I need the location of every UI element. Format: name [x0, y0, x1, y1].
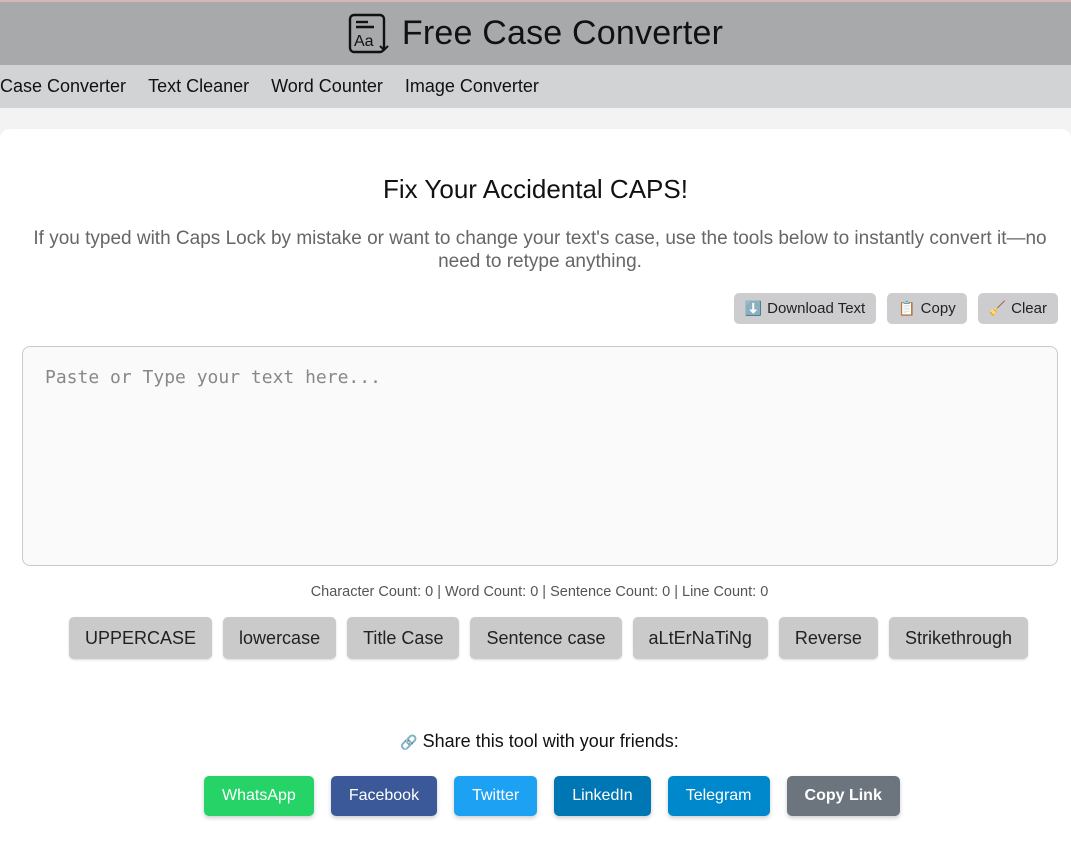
text-case-icon: Aa: [348, 13, 390, 55]
download-text-button[interactable]: ⬇️ Download Text: [733, 293, 877, 324]
share-twitter-button[interactable]: Twitter: [454, 776, 538, 816]
clear-label: Clear: [1011, 300, 1047, 317]
editor-toolbar: ⬇️ Download Text 📋 Copy 🧹 Clear: [733, 293, 1058, 324]
link-icon: 🔗: [400, 735, 418, 751]
svg-text:Aa: Aa: [354, 33, 374, 50]
copy-button[interactable]: 📋 Copy: [887, 293, 967, 324]
site-header: Aa Free Case Converter: [0, 0, 1071, 65]
nav-item-case-converter[interactable]: Case Converter: [0, 76, 126, 97]
converter-card: Fix Your Accidental CAPS! If you typed w…: [0, 129, 1071, 846]
share-buttons: WhatsApp Facebook Twitter LinkedIn Teleg…: [204, 776, 900, 816]
alternating-case-button[interactable]: aLtErNaTiNg: [632, 617, 768, 659]
strikethrough-button[interactable]: Strikethrough: [888, 617, 1029, 659]
title-case-button[interactable]: Title Case: [347, 617, 460, 659]
share-whatsapp-button[interactable]: WhatsApp: [204, 776, 314, 816]
share-facebook-button[interactable]: Facebook: [330, 776, 438, 816]
download-icon: ⬇️: [744, 300, 763, 317]
nav-item-text-cleaner[interactable]: Text Cleaner: [148, 76, 249, 97]
page-heading: Fix Your Accidental CAPS!: [383, 174, 688, 204]
text-input[interactable]: [22, 346, 1058, 566]
copy-link-button[interactable]: Copy Link: [786, 776, 900, 816]
site-title: Free Case Converter: [401, 14, 724, 52]
lowercase-button[interactable]: lowercase: [223, 617, 337, 659]
share-heading: 🔗 Share this tool with your friends:: [0, 731, 1071, 752]
text-stats: Character Count: 0 | Word Count: 0 | Sen…: [310, 584, 769, 600]
nav-item-word-counter[interactable]: Word Counter: [271, 76, 383, 97]
share-label: Share this tool with your friends:: [422, 731, 679, 751]
copy-label: Copy: [920, 300, 956, 317]
share-linkedin-button[interactable]: LinkedIn: [554, 776, 651, 816]
reverse-button[interactable]: Reverse: [778, 617, 878, 659]
main-nav: Case Converter Text Cleaner Word Counter…: [0, 65, 1071, 108]
page-subtitle: If you typed with Caps Lock by mistake o…: [33, 228, 1047, 272]
case-buttons: UPPERCASE lowercase Title Case Sentence …: [69, 617, 1029, 659]
clipboard-icon: 📋: [898, 300, 916, 317]
uppercase-button[interactable]: UPPERCASE: [69, 617, 213, 659]
sentence-case-button[interactable]: Sentence case: [470, 617, 622, 659]
download-text-label: Download Text: [767, 300, 866, 317]
broom-icon: 🧹: [988, 300, 1007, 317]
share-telegram-button[interactable]: Telegram: [667, 776, 770, 816]
clear-button[interactable]: 🧹 Clear: [977, 293, 1058, 324]
nav-item-image-converter[interactable]: Image Converter: [405, 76, 539, 97]
